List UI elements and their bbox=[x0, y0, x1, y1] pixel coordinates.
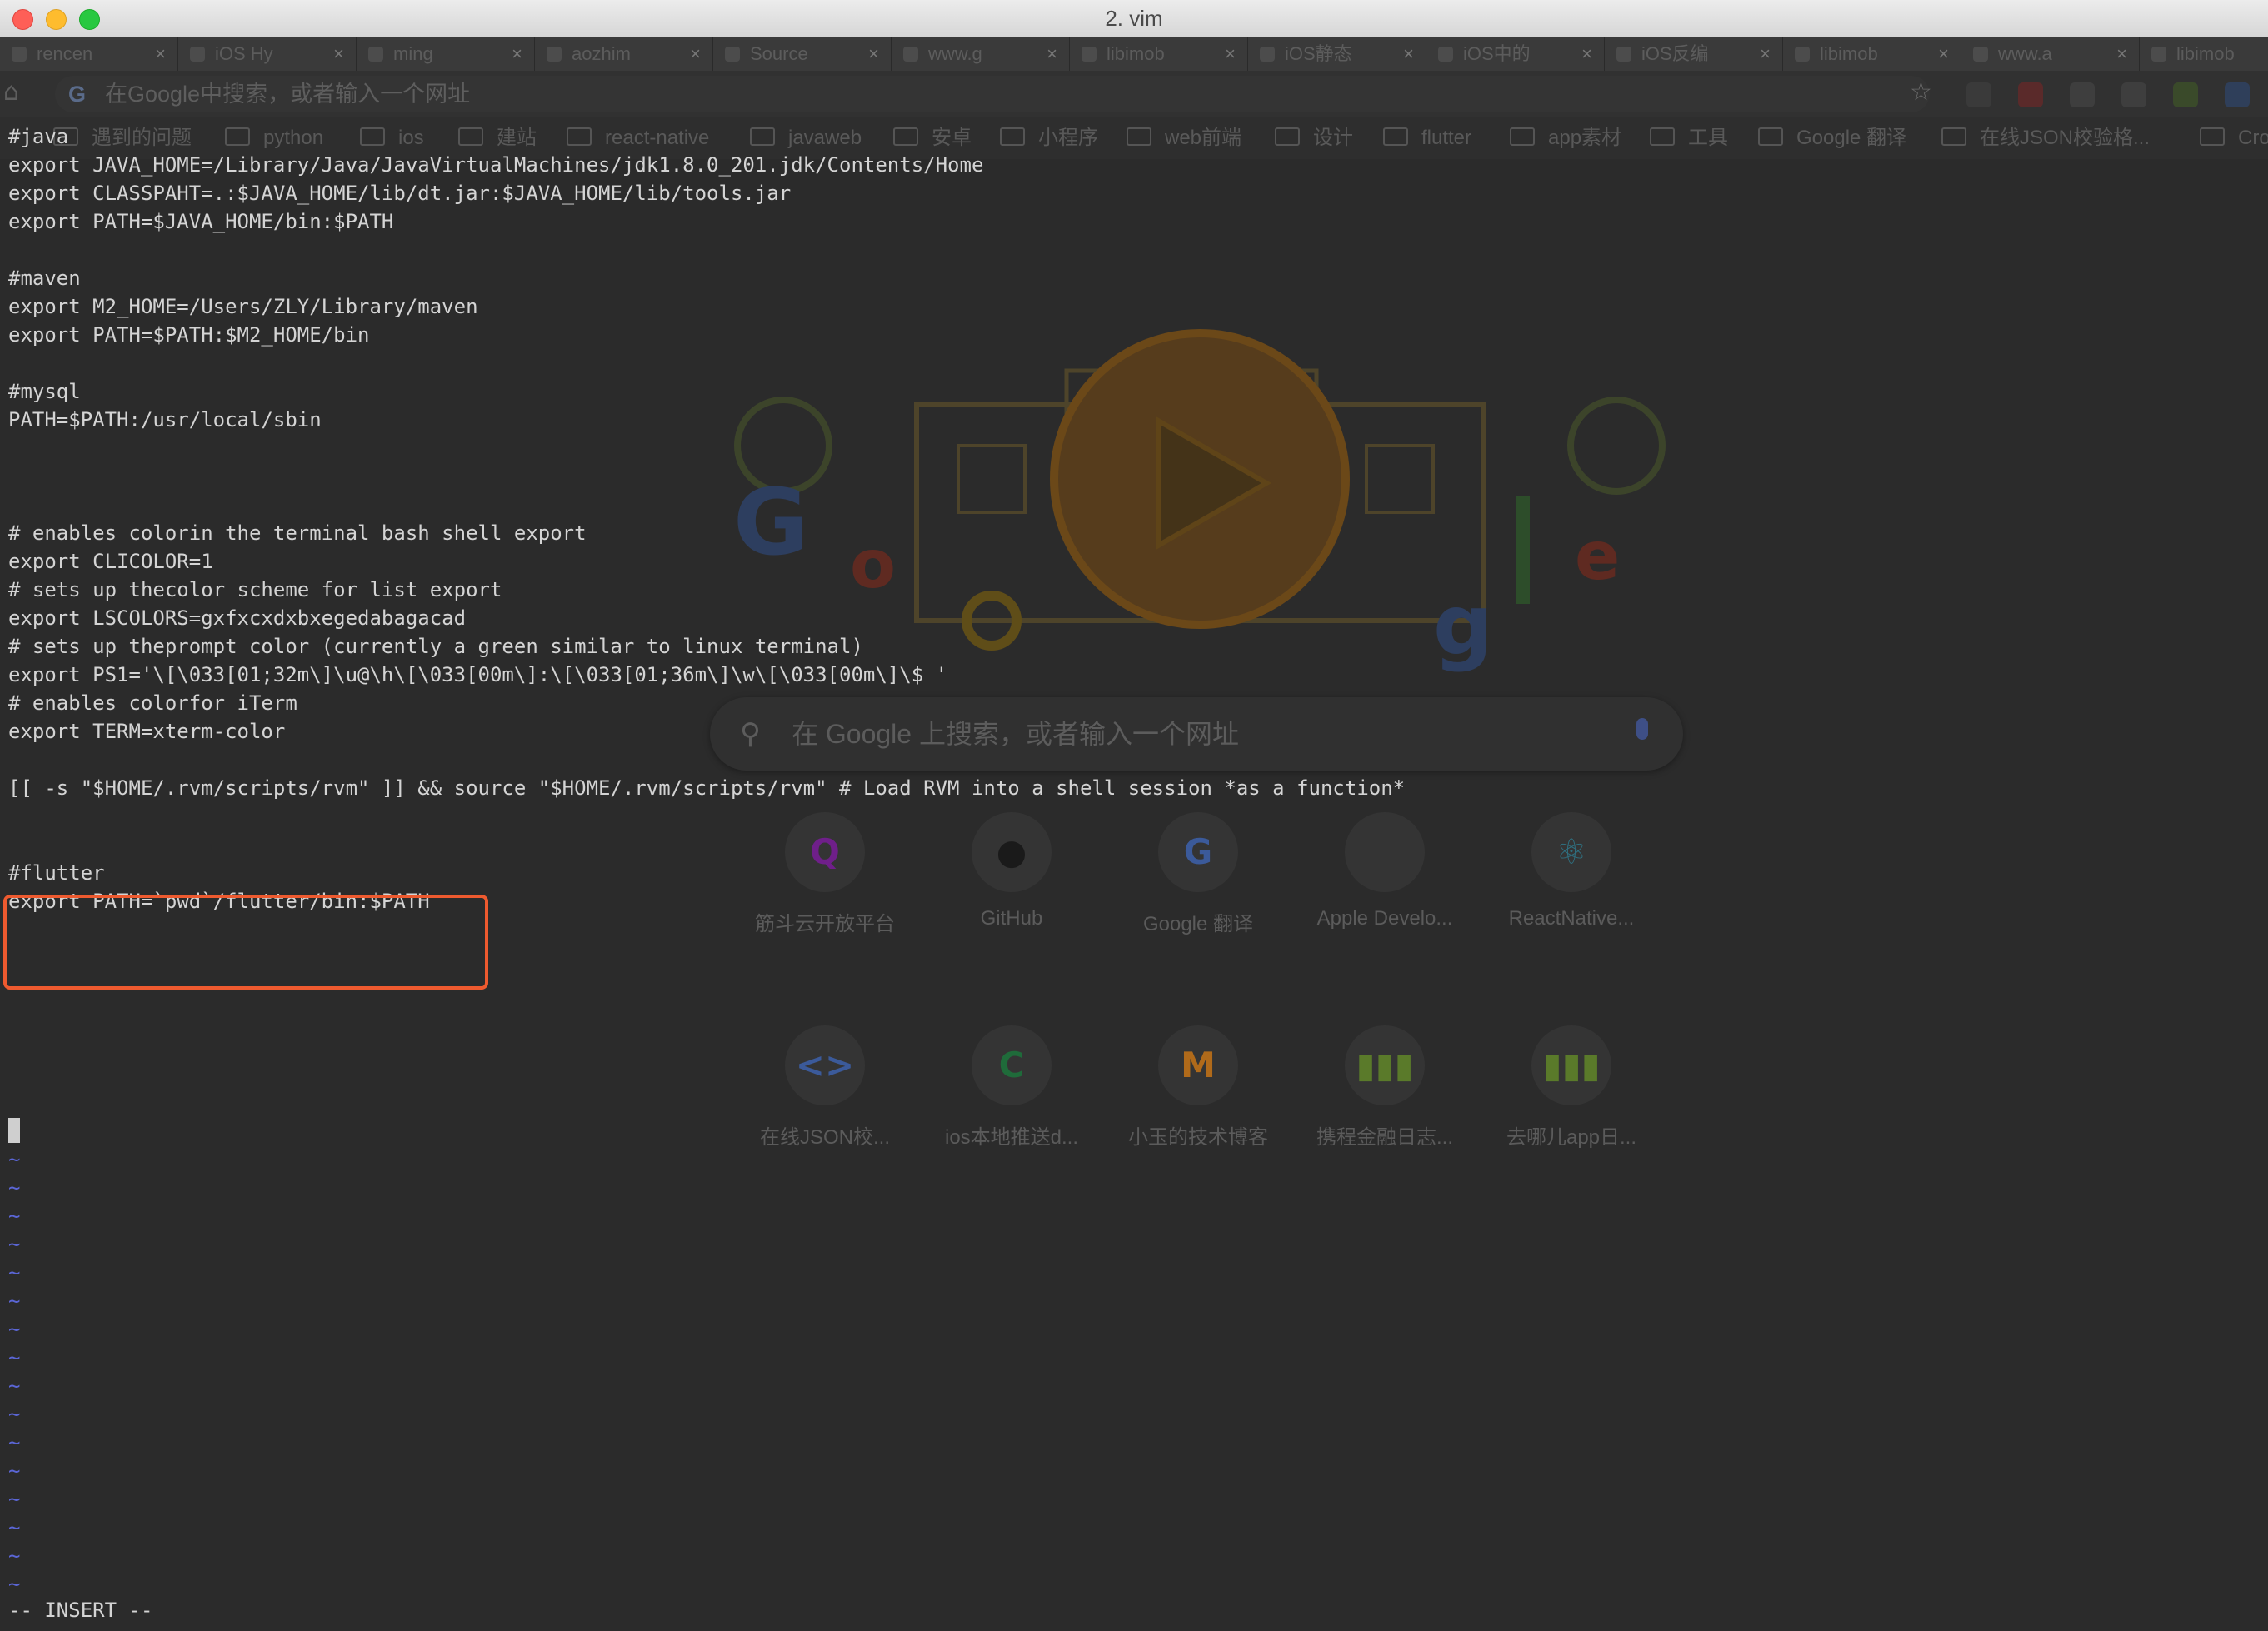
vim-tilde-line: ~ bbox=[8, 1233, 21, 1256]
vim-tilde-line: ~ bbox=[8, 1261, 21, 1284]
vim-line: export CLICOLOR=1 bbox=[8, 550, 213, 573]
vim-line: # sets up thecolor scheme for list expor… bbox=[8, 578, 502, 601]
flutter-path-highlight-box bbox=[3, 895, 488, 990]
vim-line: export PS1='\[\033[01;32m\]\u@\h\[\033[0… bbox=[8, 663, 948, 686]
vim-tilde-line: ~ bbox=[8, 1176, 21, 1200]
text-cursor bbox=[8, 1118, 20, 1143]
vim-tilde-line: ~ bbox=[8, 1516, 21, 1539]
vim-line: # sets up theprompt color (currently a g… bbox=[8, 635, 863, 658]
vim-line: PATH=$PATH:/usr/local/sbin bbox=[8, 408, 322, 431]
vim-tilde-line: ~ bbox=[8, 1289, 21, 1313]
vim-tilde-line: ~ bbox=[8, 1374, 21, 1398]
vim-line: # enables colorin the terminal bash shel… bbox=[8, 521, 587, 545]
vim-tilde-line: ~ bbox=[8, 1544, 21, 1568]
vim-line: export M2_HOME=/Users/ZLY/Library/maven bbox=[8, 295, 478, 318]
vim-line: export PATH=$JAVA_HOME/bin:$PATH bbox=[8, 210, 394, 233]
vim-line: #java bbox=[8, 125, 69, 148]
vim-tilde-line: ~ bbox=[8, 1403, 21, 1426]
vim-line: export LSCOLORS=gxfxcxdxbxegedabagacad bbox=[8, 606, 467, 630]
vim-line: #mysql bbox=[8, 380, 81, 403]
vim-buffer[interactable]: #java export JAVA_HOME=/Library/Java/Java… bbox=[0, 37, 2268, 1631]
vim-tilde-line: ~ bbox=[8, 1573, 21, 1596]
vim-tilde-line: ~ bbox=[8, 1346, 21, 1369]
vim-line: [[ -s "$HOME/.rvm/scripts/rvm" ]] && sou… bbox=[8, 776, 1406, 800]
vim-tilde-line: ~ bbox=[8, 1459, 21, 1483]
vim-line: export CLASSPAHT=.:$JAVA_HOME/lib/dt.jar… bbox=[8, 182, 792, 205]
vim-line: #flutter bbox=[8, 861, 105, 885]
vim-line: #maven bbox=[8, 267, 81, 290]
vim-tilde-line: ~ bbox=[8, 1318, 21, 1341]
window-title: 2. vim bbox=[1105, 6, 1163, 31]
vim-tilde-line: ~ bbox=[8, 1205, 21, 1228]
vim-tilde-line: ~ bbox=[8, 1148, 21, 1171]
vim-line: export PATH=$PATH:$M2_HOME/bin bbox=[8, 323, 370, 347]
vim-mode-indicator: -- INSERT -- bbox=[8, 1599, 153, 1622]
vim-tilde-line: ~ bbox=[8, 1431, 21, 1454]
window-title-bar: 2. vim bbox=[0, 0, 2268, 38]
vim-line: export TERM=xterm-color bbox=[8, 720, 286, 743]
vim-tilde-line: ~ bbox=[8, 1488, 21, 1511]
vim-line: export JAVA_HOME=/Library/Java/JavaVirtu… bbox=[8, 153, 984, 177]
vim-line: # enables colorfor iTerm bbox=[8, 691, 297, 715]
